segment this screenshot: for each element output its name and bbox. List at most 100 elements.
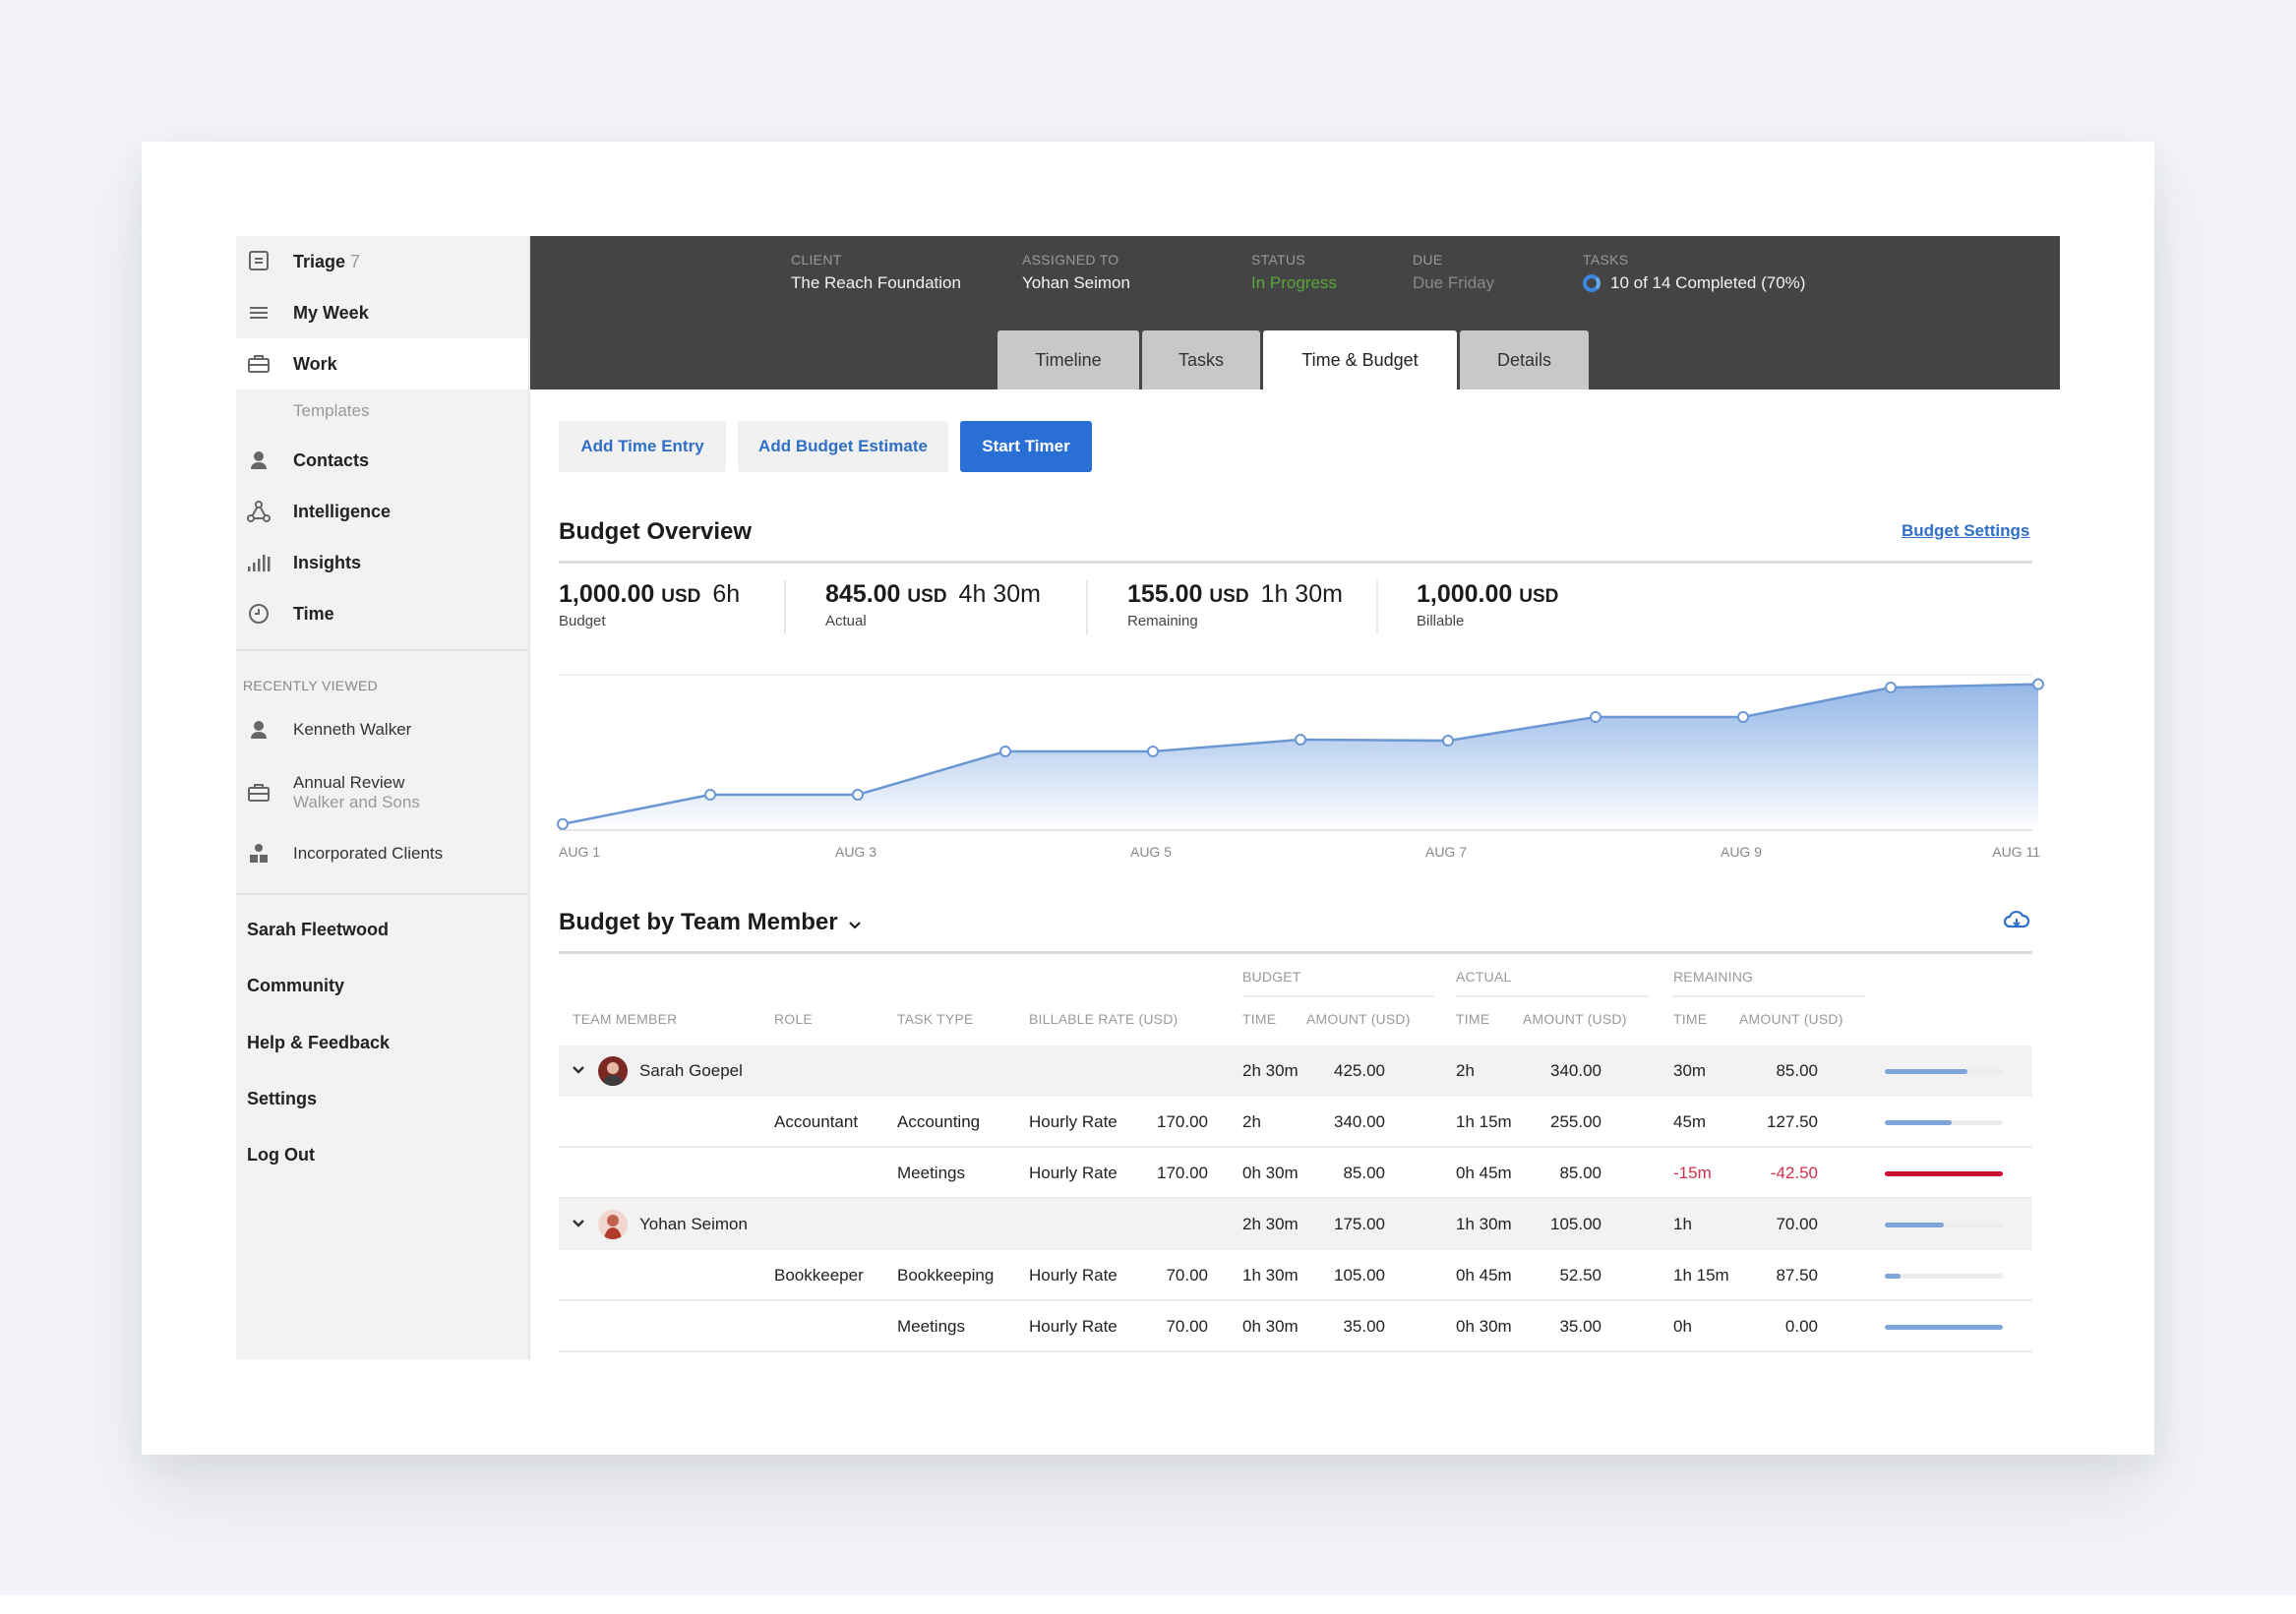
stat-separator (784, 580, 786, 634)
assigned-value[interactable]: Yohan Seimon (1022, 273, 1130, 293)
budget-progress-bar (1885, 1223, 2003, 1227)
project-header: CLIENT The Reach Foundation ASSIGNED TO … (530, 236, 2060, 389)
column-header-actual-time[interactable]: TIME (1456, 1011, 1489, 1027)
chart-x-tick-label: AUG 5 (1130, 844, 1172, 860)
cloud-download-icon[interactable] (2003, 909, 2030, 932)
recent-item[interactable]: Kenneth Walker (236, 708, 528, 751)
recent-item[interactable]: Incorporated Clients (236, 832, 528, 875)
team-budget-title[interactable]: Budget by Team Member (559, 909, 862, 937)
column-header-task-type[interactable]: TASK TYPE (897, 1011, 974, 1027)
sidebar-item-contacts[interactable]: Contacts (236, 435, 528, 486)
column-header-remaining-time[interactable]: TIME (1673, 1011, 1707, 1027)
tasks-field: TASKS 10 of 14 Completed (70%) (1583, 252, 1805, 293)
network-icon (246, 499, 272, 524)
group-header-actual: ACTUAL (1456, 969, 1512, 985)
sidebar-item-insights[interactable]: Insights (236, 537, 528, 588)
rate-type: Hourly Rate (1029, 1164, 1118, 1182)
stat-amount: 845.00 (825, 580, 901, 608)
client-field: CLIENT The Reach Foundation (791, 252, 961, 293)
community-link[interactable]: Community (247, 976, 344, 996)
chart-point-aug-11[interactable] (2032, 678, 2044, 690)
log-out-link[interactable]: Log Out (247, 1145, 315, 1166)
column-header-billable-rate[interactable]: BILLABLE RATE (USD) (1029, 1011, 1178, 1027)
task-row[interactable]: Meetings Hourly Rate 70.00 0h 30m 35.00 … (559, 1301, 2032, 1352)
actual-amount: 35.00 (1559, 1317, 1601, 1336)
chart-point-aug-8[interactable] (1590, 711, 1601, 724)
tab-time-budget[interactable]: Time & Budget (1263, 330, 1457, 389)
chart-point-aug-2[interactable] (704, 789, 716, 802)
sidebar-item-intelligence[interactable]: Intelligence (236, 486, 528, 537)
sidebar-item-my-week[interactable]: My Week (236, 287, 528, 338)
budget-time: 2h (1242, 1112, 1261, 1131)
tasks-value[interactable]: 10 of 14 Completed (70%) (1583, 273, 1805, 293)
column-header-team-member[interactable]: TEAM MEMBER (573, 1011, 677, 1027)
task-row[interactable]: Bookkeeper Bookkeeping Hourly Rate 70.00… (559, 1250, 2032, 1301)
help-feedback-link[interactable]: Help & Feedback (247, 1033, 390, 1053)
budget-overview-title: Budget Overview (559, 518, 753, 545)
task-row[interactable]: Meetings Hourly Rate 170.00 0h 30m 85.00… (559, 1148, 2032, 1199)
column-header-actual-amount[interactable]: AMOUNT (USD) (1523, 1011, 1627, 1027)
add-budget-estimate-button[interactable]: Add Budget Estimate (738, 421, 948, 472)
tasks-progress-text: 10 of 14 Completed (70%) (1610, 273, 1806, 292)
team-member-row[interactable]: Sarah Goepel 2h 30m 425.00 2h 340.00 30m… (559, 1046, 2032, 1097)
task-row[interactable]: Accountant Accounting Hourly Rate 170.00… (559, 1097, 2032, 1148)
column-header-budget-amount[interactable]: AMOUNT (USD) (1306, 1011, 1411, 1027)
start-timer-button[interactable]: Start Timer (960, 421, 1092, 472)
stat-separator (1376, 580, 1378, 634)
section-divider (559, 951, 2032, 954)
chevron-down-icon[interactable] (571, 1062, 586, 1078)
group-underline (1456, 995, 1648, 997)
team-member-row[interactable]: Yohan Seimon 2h 30m 175.00 1h 30m 105.00… (559, 1199, 2032, 1250)
add-time-entry-button[interactable]: Add Time Entry (559, 421, 726, 472)
due-label: DUE (1413, 252, 1443, 268)
billable-rate: 170.00 (1157, 1112, 1208, 1131)
settings-link[interactable]: Settings (247, 1089, 317, 1109)
chart-point-aug-6[interactable] (1295, 734, 1306, 747)
stat-caption: Billable (1417, 613, 1465, 629)
role: Bookkeeper (774, 1266, 864, 1285)
sidebar-item-time[interactable]: Time (236, 588, 528, 639)
briefcase-icon (246, 351, 272, 377)
sidebar-item-label: Insights (293, 552, 362, 572)
chart-point-aug-9[interactable] (1737, 711, 1749, 724)
chevron-down-icon[interactable] (571, 1216, 586, 1231)
chart-point-aug-7[interactable] (1442, 735, 1454, 747)
actual-amount: 105.00 (1550, 1215, 1601, 1233)
column-header-role[interactable]: ROLE (774, 1011, 813, 1027)
group-underline (1673, 995, 1865, 997)
chart-x-tick-label: AUG 1 (559, 844, 600, 860)
member-name: Sarah Goepel (639, 1061, 743, 1080)
column-header-remaining-amount[interactable]: AMOUNT (USD) (1739, 1011, 1843, 1027)
remaining-amount: 87.50 (1776, 1266, 1818, 1285)
recent-item-sublabel: Walker and Sons (293, 793, 420, 811)
actual-amount: 340.00 (1550, 1061, 1601, 1080)
actual-time: 0h 30m (1456, 1317, 1512, 1336)
recent-item[interactable]: Annual Review Walker and Sons (236, 767, 528, 818)
sidebar-item-work[interactable]: Work (236, 338, 528, 389)
sidebar-item-label: My Week (293, 302, 369, 323)
tab-timeline[interactable]: Timeline (997, 330, 1139, 389)
chart-point-aug-10[interactable] (1885, 681, 1897, 693)
remaining-time: 1h (1673, 1215, 1692, 1233)
remaining-amount: 127.50 (1767, 1112, 1818, 1131)
assigned-field: ASSIGNED TO Yohan Seimon (1022, 252, 1130, 293)
due-value[interactable]: Due Friday (1413, 273, 1494, 293)
actual-amount: 85.00 (1559, 1164, 1601, 1182)
actual-time: 1h 30m (1456, 1215, 1512, 1233)
status-badge[interactable]: In Progress (1251, 273, 1337, 293)
chart-point-aug-4[interactable] (999, 745, 1011, 757)
chart-point-aug-5[interactable] (1147, 745, 1159, 757)
remaining-amount: -42.50 (1770, 1164, 1818, 1182)
tab-details[interactable]: Details (1460, 330, 1589, 389)
sidebar-item-triage[interactable]: Triage 7 (236, 236, 528, 287)
sidebar-item-templates[interactable]: Templates (293, 401, 369, 421)
client-value[interactable]: The Reach Foundation (791, 273, 961, 293)
user-profile-link[interactable]: Sarah Fleetwood (247, 920, 389, 940)
budget-settings-link[interactable]: Budget Settings (1902, 521, 2029, 541)
column-header-budget-time[interactable]: TIME (1242, 1011, 1276, 1027)
chart-point-aug-3[interactable] (852, 789, 864, 802)
tab-tasks[interactable]: Tasks (1142, 330, 1260, 389)
stat-caption: Budget (559, 613, 606, 629)
chart-point-aug-1[interactable] (557, 817, 569, 830)
page-bottom-strip (0, 1595, 2296, 1614)
